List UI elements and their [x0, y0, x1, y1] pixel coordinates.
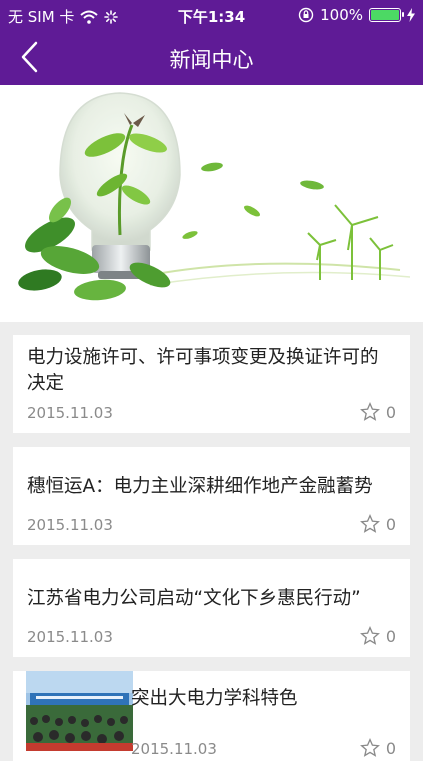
status-bar: 无 SIM 卡 下午1:34 100% [0, 0, 423, 30]
battery-icon [369, 8, 404, 22]
news-title: 穗恒运A：电力主业深耕细作地产金融蓄势 [27, 476, 373, 497]
header: 无 SIM 卡 下午1:34 100% 新闻中心 [0, 0, 423, 85]
news-thumbnail [26, 671, 133, 751]
star-icon [359, 402, 380, 421]
like-count-value: 0 [385, 738, 396, 758]
like-count-value: 0 [385, 626, 396, 646]
news-date: 2015.11.03 [27, 404, 113, 422]
lightbulb-plant-illustration [18, 92, 411, 301]
star-icon [359, 626, 380, 645]
banner-image[interactable] [0, 85, 423, 322]
like-count[interactable]: 0 [359, 738, 396, 758]
like-count[interactable]: 0 [359, 626, 396, 646]
page-title: 新闻中心 [169, 48, 254, 72]
news-date: 2015.11.03 [27, 516, 113, 534]
news-date: 2015.11.03 [27, 628, 113, 646]
news-title: 江苏省电力公司启动“文化下乡惠民行动” [27, 588, 361, 609]
orientation-lock-icon [298, 7, 314, 23]
like-count[interactable]: 0 [359, 514, 396, 534]
news-item[interactable]: 突出大电力学科特色 2015.11.03 0 [13, 671, 410, 761]
star-icon [359, 514, 380, 533]
news-date: 2015.11.03 [131, 740, 217, 758]
battery-percent: 100% [320, 6, 363, 24]
news-title: 电力设施许可、许可事项变更及换证许可的决定 [27, 347, 379, 394]
news-item[interactable]: 电力设施许可、许可事项变更及换证许可的决定 2015.11.03 0 [13, 335, 410, 433]
star-icon [359, 738, 380, 757]
news-item[interactable]: 江苏省电力公司启动“文化下乡惠民行动” 2015.11.03 0 [13, 559, 410, 657]
like-count-value: 0 [385, 514, 396, 534]
battery-level-fill [371, 10, 399, 20]
navbar: 新闻中心 [0, 30, 423, 85]
like-count-value: 0 [385, 402, 396, 422]
like-count[interactable]: 0 [359, 402, 396, 422]
news-title: 突出大电力学科特色 [131, 688, 298, 709]
news-item[interactable]: 穗恒运A：电力主业深耕细作地产金融蓄势 2015.11.03 0 [13, 447, 410, 545]
charging-icon [407, 8, 415, 22]
